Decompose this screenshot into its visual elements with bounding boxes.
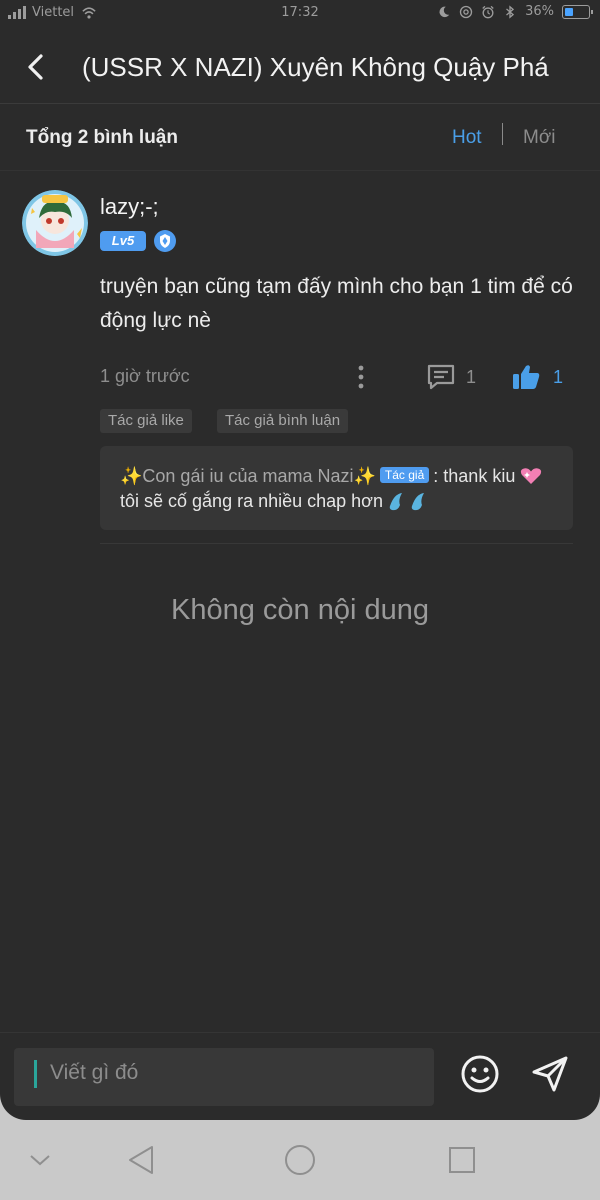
reply-count: 1	[466, 366, 477, 387]
tag-author-like: Tác giả like	[100, 409, 192, 433]
sweat-droplets-icon	[389, 493, 424, 511]
comment-body: truyện bạn cũng tạm đấy mình cho bạn 1 t…	[100, 275, 573, 332]
author-badge: Tác giả	[379, 467, 430, 483]
comment-input-bar: Viết gì đó	[0, 1032, 600, 1120]
author-reply[interactable]: ✨Con gái iu của mama Nazi✨ Tác giả: thank…	[100, 446, 573, 530]
text-caret	[34, 1060, 37, 1088]
status-bar: Viettel 17:32 36%	[0, 0, 600, 30]
vertical-dots-icon	[358, 365, 364, 389]
reply-author-name[interactable]: ✨Con gái iu của mama Nazi✨	[120, 466, 376, 486]
tag-author-comment: Tác giả bình luận	[217, 409, 349, 433]
like-count: 1	[553, 366, 564, 387]
moon-icon	[439, 6, 450, 17]
status-right: 36%	[437, 4, 593, 19]
battery-icon	[562, 4, 593, 19]
comment-icon	[427, 364, 455, 390]
reply-button[interactable]: 1	[426, 362, 476, 392]
battery-level	[565, 7, 573, 16]
avatar-image	[22, 190, 88, 256]
smiley-icon	[461, 1055, 499, 1093]
bluetooth-icon	[506, 4, 515, 19]
sort-hot-tab[interactable]: Hot	[452, 127, 482, 149]
page-title: (USSR X NAZI) Xuyên Không Quậy Phá	[82, 52, 549, 82]
send-icon	[532, 1056, 568, 1092]
comment-divider	[100, 543, 573, 544]
top-app-bar: (USSR X NAZI) Xuyên Không Quậy Phá	[0, 30, 600, 104]
system-nav-bar	[0, 1120, 600, 1200]
input-placeholder: Viết gì đó	[50, 1061, 139, 1084]
chevron-left-icon	[28, 54, 43, 80]
like-button[interactable]: 1	[511, 362, 563, 392]
sparkling-heart-icon	[521, 468, 542, 484]
chevron-down-icon[interactable]	[28, 1152, 52, 1168]
emoji-button[interactable]	[460, 1054, 500, 1094]
comment-sort-bar: Tổng 2 bình luận Hot Mới	[0, 105, 600, 171]
battery-percent: 36%	[525, 4, 554, 19]
empty-state-message: Không còn nội dung	[171, 594, 429, 626]
at-sign-icon	[459, 5, 473, 18]
level-badge: Lv5	[100, 231, 146, 251]
more-options-button[interactable]	[352, 363, 370, 391]
comment-username[interactable]: lazy;-;	[100, 194, 159, 220]
comment-total-label: Tổng 2 bình luận	[26, 127, 178, 148]
recents-square-icon[interactable]	[448, 1146, 476, 1174]
alarm-icon	[482, 5, 494, 18]
reply-text-end: tôi sẽ cố gắng ra nhiều chap hơn	[120, 491, 388, 511]
avatar[interactable]	[22, 190, 88, 256]
back-triangle-icon[interactable]	[126, 1144, 156, 1176]
comment-timestamp: 1 giờ trước	[100, 366, 190, 386]
back-button[interactable]	[20, 48, 54, 86]
sort-divider	[502, 123, 503, 145]
app-screen: Viettel 17:32 36% (USSR X NAZI) Xuyên Kh…	[0, 0, 600, 1120]
send-button[interactable]	[530, 1054, 570, 1094]
thumbs-up-icon	[513, 365, 540, 389]
comment-input[interactable]: Viết gì đó	[14, 1048, 434, 1106]
verified-shield-icon	[154, 230, 176, 252]
home-circle-icon[interactable]	[284, 1144, 316, 1176]
sort-new-tab[interactable]: Mới	[523, 127, 556, 149]
reply-text-start: : thank kiu	[433, 466, 521, 486]
